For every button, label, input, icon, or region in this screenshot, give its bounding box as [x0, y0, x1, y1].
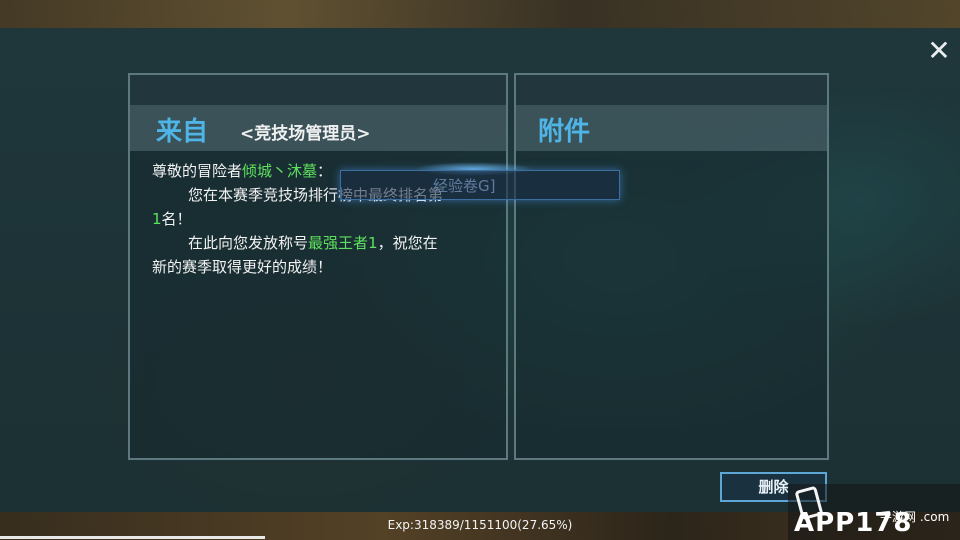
item-tooltip: 经验卷G] [340, 170, 620, 200]
greeting-text: 尊敬的冒险者 [152, 162, 243, 180]
attachment-panel-topband [516, 75, 827, 105]
message-panel-topband [130, 75, 506, 105]
message-line-4: 在此向您发放称号最强王者1，祝您在 [152, 231, 492, 255]
rank-suffix: 名！ [161, 210, 192, 228]
close-button[interactable]: ✕ [926, 37, 952, 65]
closing-text: 新的赛季取得更好的成绩！ [152, 258, 333, 276]
rank-value: 1 [152, 210, 162, 228]
message-panel: 来自 <竞技场管理员> 尊敬的冒险者倾城丶沐墓： 您在本赛季竞技场排行榜中最终排… [128, 73, 508, 460]
sender-name: <竞技场管理员> [240, 124, 371, 144]
scene-top-strip [0, 0, 960, 28]
close-icon: ✕ [927, 34, 951, 67]
award-suffix: ，祝您在 [377, 234, 438, 252]
attachment-label: 附件 [538, 117, 591, 147]
exp-progress-bar [0, 536, 265, 539]
watermark-sub: 手游网 .com [880, 510, 950, 524]
player-name: 倾城丶沐墓 [242, 162, 318, 180]
greeting-colon: ： [317, 162, 333, 180]
message-line-3: 1名！ [152, 207, 492, 231]
award-title: 最强王者1 [308, 234, 378, 252]
watermark-logo: APP178 手游网 .com [788, 484, 960, 540]
award-prefix: 在此向您发放称号 [188, 234, 309, 252]
from-label: 来自 [156, 117, 209, 147]
message-line-5: 新的赛季取得更好的成绩！ [152, 255, 492, 279]
attachment-panel: 附件 [514, 73, 829, 460]
